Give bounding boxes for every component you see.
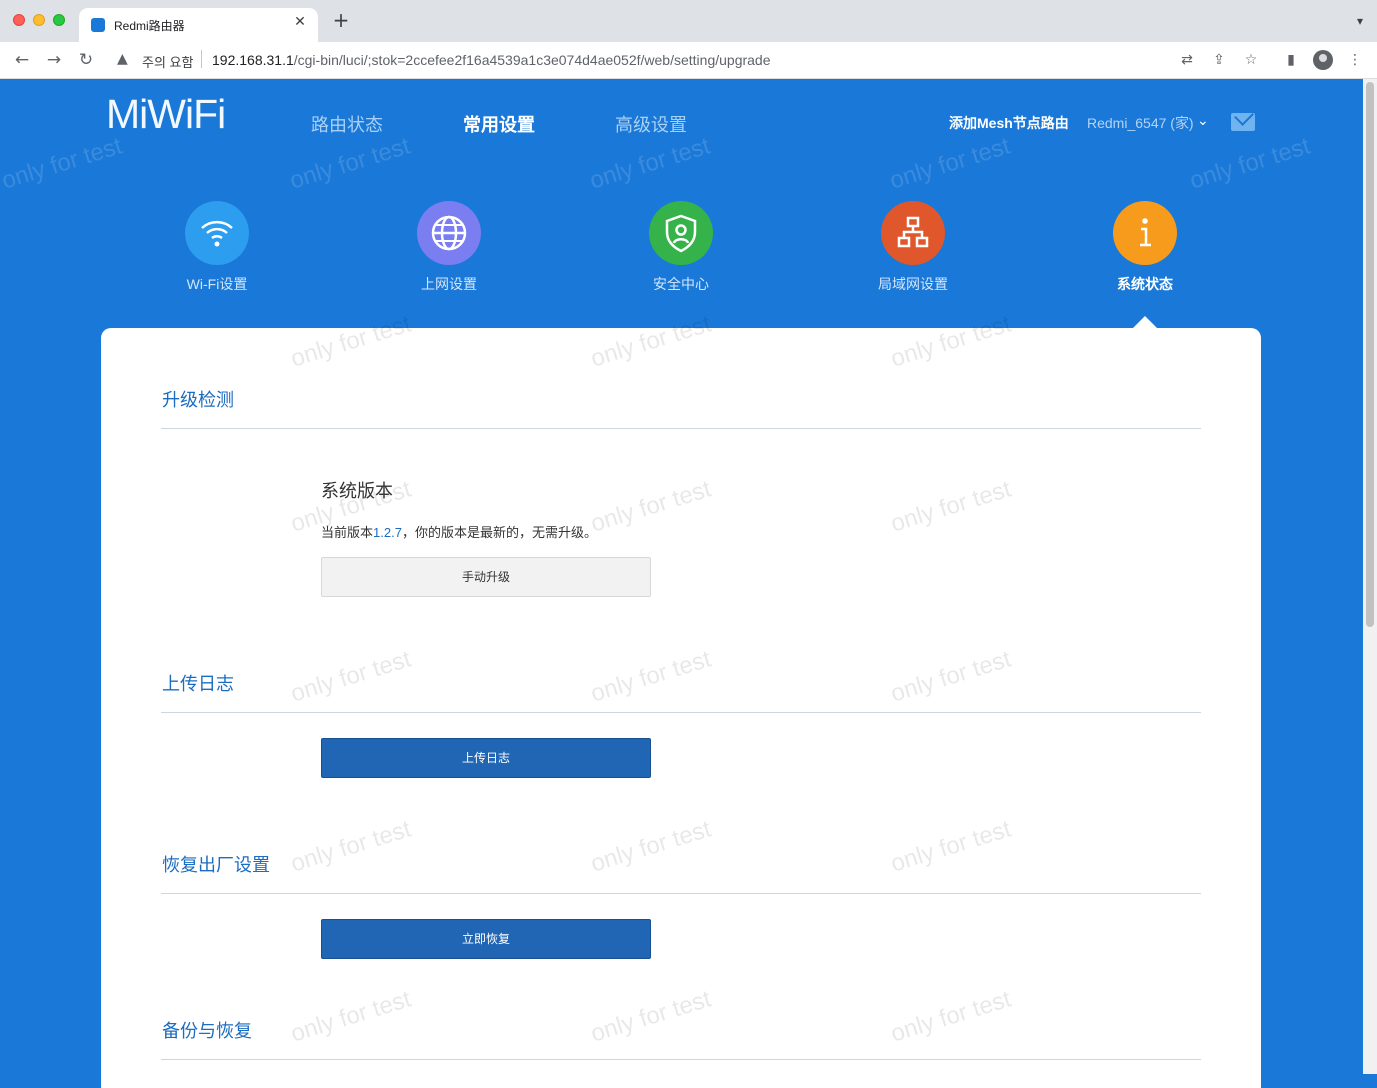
chevron-down-icon[interactable]: ⌄ [1197, 113, 1209, 129]
close-window-button[interactable] [13, 14, 25, 26]
section-title-upgrade: 升级检测 [162, 390, 234, 410]
shield-icon [649, 201, 713, 265]
category-label: Wi-Fi设置 [186, 276, 248, 292]
watermark-text: only for test [887, 475, 1015, 538]
add-mesh-node-link[interactable]: 添加Mesh节点路由 [949, 113, 1069, 133]
section-title-backup: 备份与恢复 [162, 1021, 252, 1041]
section-divider [161, 1059, 1201, 1060]
section-title-factory-reset: 恢复出厂设置 [162, 855, 270, 875]
warning-triangle-icon[interactable]: ▲ [117, 51, 128, 67]
back-arrow-icon[interactable]: ← [11, 50, 33, 70]
version-suffix: ，你的版本是最新的，无需升级。 [401, 525, 597, 540]
watermark-text: only for test [1186, 132, 1314, 195]
watermark-text: only for test [887, 645, 1015, 708]
address-bar[interactable]: 192.168.31.1/cgi-bin/luci/;stok=2ccefee2… [212, 52, 771, 68]
section-divider [161, 712, 1201, 713]
watermark-text: only for test [287, 645, 415, 708]
network-icon [881, 201, 945, 265]
forward-arrow-icon[interactable]: → [43, 50, 65, 70]
new-tab-button[interactable]: + [330, 10, 352, 30]
url-host: 192.168.31.1 [212, 52, 294, 68]
active-category-pointer [1133, 316, 1157, 328]
browser-toolbar: ← → ↻ ▲ 주의 요함 192.168.31.1/cgi-bin/luci/… [0, 42, 1377, 79]
watermark-text: only for test [887, 815, 1015, 878]
globe-icon [417, 201, 481, 265]
nav-router-status[interactable]: 路由状态 [311, 111, 383, 137]
side-panel-icon[interactable]: ▮ [1282, 51, 1300, 69]
section-divider [161, 428, 1201, 429]
category-label: 局域网设置 [878, 276, 948, 292]
watermark-text: only for test [886, 132, 1014, 195]
settings-panel: only for test only for test only for tes… [101, 310, 1261, 1088]
watermark-text: only for test [887, 985, 1015, 1048]
restore-now-button[interactable]: 立即恢复 [321, 919, 651, 959]
section-title-log: 上传日志 [162, 674, 234, 694]
maximize-window-button[interactable] [53, 14, 65, 26]
category-internet-settings[interactable]: 上网设置 [384, 201, 514, 294]
menu-dots-icon[interactable]: ⋮ [1346, 51, 1364, 69]
watermark-text: only for test [587, 475, 715, 538]
router-name-dropdown[interactable]: Redmi_6547 (家) [1087, 113, 1194, 133]
browser-tab[interactable]: Redmi路由器 ✕ [79, 8, 318, 42]
watermark-text: only for test [587, 645, 715, 708]
watermark-text: only for test [587, 310, 715, 373]
version-status-text: 当前版本1.2.7，你的版本是最新的，无需升级。 [321, 522, 597, 541]
version-prefix: 当前版本 [321, 525, 374, 540]
watermark-text: only for test [286, 132, 414, 195]
omnibox-divider [201, 50, 202, 68]
system-version-title: 系统版本 [321, 481, 393, 502]
category-security-center[interactable]: 安全中心 [616, 201, 746, 294]
miwifi-logo: MiWiFi [106, 91, 226, 137]
profile-avatar-icon[interactable] [1313, 50, 1333, 70]
category-label: 上网设置 [421, 276, 477, 292]
watermark-text: only for test [587, 815, 715, 878]
category-wifi-settings[interactable]: Wi-Fi设置 [152, 201, 282, 294]
mail-icon[interactable] [1231, 113, 1255, 131]
watermark-text: only for test [0, 132, 126, 195]
watermark-text: only for test [287, 985, 415, 1048]
tab-title: Redmi路由器 [114, 19, 185, 33]
section-divider [161, 893, 1201, 894]
bookmark-star-icon[interactable]: ☆ [1242, 51, 1260, 69]
url-path: /cgi-bin/luci/;stok=2ccefee2f16a4539a1c3… [293, 52, 771, 68]
security-status-label[interactable]: 주의 요함 [142, 52, 193, 71]
browser-tab-strip: Redmi路由器 ✕ + ▾ [0, 0, 1377, 42]
watermark-text: only for test [587, 985, 715, 1048]
router-favicon-icon [91, 18, 105, 32]
watermark-text: only for test [887, 310, 1015, 373]
info-icon [1113, 201, 1177, 265]
version-number: 1.2.7 [373, 525, 402, 540]
category-lan-settings[interactable]: 局域网设置 [848, 201, 978, 294]
tab-close-icon[interactable]: ✕ [291, 14, 309, 30]
nav-advanced-settings[interactable]: 高级设置 [615, 111, 687, 137]
share-icon[interactable]: ⇪ [1210, 51, 1228, 69]
watermark-text: only for test [287, 310, 415, 373]
category-system-status[interactable]: 系统状态 [1080, 201, 1210, 294]
minimize-window-button[interactable] [33, 14, 45, 26]
category-label: 系统状态 [1117, 276, 1173, 292]
tab-search-chevron-icon[interactable]: ▾ [1357, 14, 1363, 28]
scrollbar-thumb[interactable] [1366, 82, 1374, 627]
manual-upgrade-button[interactable]: 手动升级 [321, 557, 651, 597]
category-label: 安全中心 [653, 276, 709, 292]
translate-icon[interactable]: ⇄ [1178, 51, 1196, 69]
watermark-text: only for test [586, 132, 714, 195]
reload-icon[interactable]: ↻ [75, 50, 97, 70]
upload-log-button[interactable]: 上传日志 [321, 738, 651, 778]
wifi-icon [185, 201, 249, 265]
nav-common-settings[interactable]: 常用设置 [463, 111, 535, 137]
watermark-text: only for test [287, 815, 415, 878]
